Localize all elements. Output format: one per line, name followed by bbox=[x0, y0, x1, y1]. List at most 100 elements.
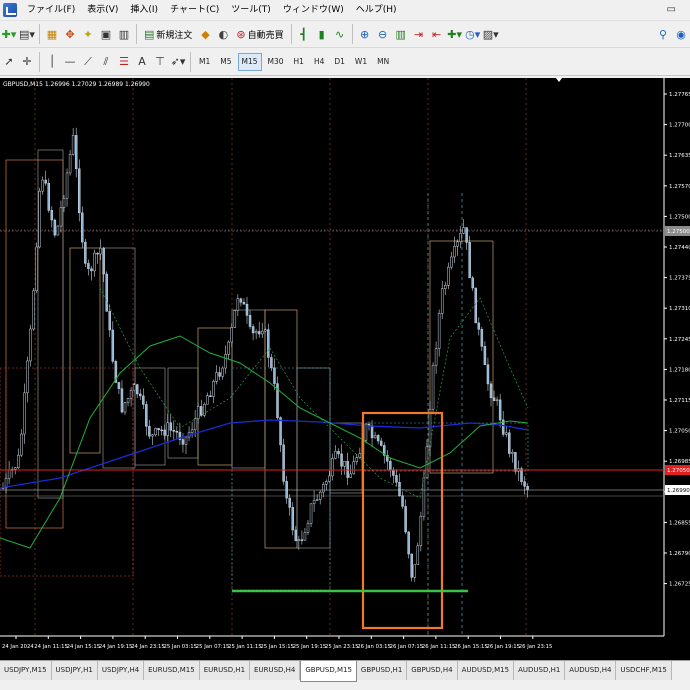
timeframe-d1-button[interactable]: D1 bbox=[330, 53, 349, 71]
chart-tab[interactable]: USDJPY,M15 bbox=[0, 661, 52, 680]
timeframe-mn-button[interactable]: MN bbox=[373, 53, 393, 71]
candle-body bbox=[47, 182, 50, 211]
chart-tab[interactable]: GBPUSD,M15 bbox=[300, 661, 357, 682]
timeframe-h1-button[interactable]: H1 bbox=[290, 53, 308, 71]
crosshair-icon[interactable]: ✛ bbox=[19, 52, 35, 72]
chart-tab[interactable]: AUDUSD,H1 bbox=[514, 661, 566, 680]
bar-chart-icon[interactable]: ┫ bbox=[296, 24, 312, 44]
signals-icon[interactable]: ◐ bbox=[215, 24, 231, 44]
candle-body bbox=[297, 539, 301, 541]
candlestick-icon[interactable]: ▮ bbox=[314, 24, 330, 44]
search-icon[interactable]: ⚲ bbox=[655, 24, 671, 44]
chart-tab[interactable]: USDCHF,M15 bbox=[616, 661, 672, 680]
chart-area[interactable]: 1.27765 1.27700 1.27635 1.27570 1.27500 1.274… bbox=[0, 78, 690, 660]
candle-body bbox=[474, 287, 477, 324]
indicators-icon[interactable]: ✚▾ bbox=[447, 24, 463, 44]
timeframe-h4-button[interactable]: H4 bbox=[310, 53, 328, 71]
candle-body bbox=[325, 481, 328, 485]
chart-tab[interactable]: EURUSD,H1 bbox=[199, 661, 251, 680]
periods-icon[interactable]: ◷▾ bbox=[465, 24, 481, 44]
window-restore-icon[interactable]: ▭ bbox=[667, 4, 676, 15]
time-label: 24 Jan 11:15 bbox=[34, 644, 68, 650]
candle-body bbox=[450, 256, 453, 268]
trendline-icon[interactable]: ⟋ bbox=[80, 52, 96, 72]
chart-tab[interactable]: AUDUSD,M15 bbox=[457, 661, 515, 680]
menu-chart[interactable]: チャート(C) bbox=[164, 0, 225, 21]
candle-body bbox=[78, 168, 81, 214]
candle-body bbox=[44, 179, 47, 184]
timeframe-m30-button[interactable]: M30 bbox=[264, 53, 288, 71]
community-icon[interactable]: ◉ bbox=[673, 24, 689, 44]
candle-body bbox=[431, 364, 435, 410]
menu-help[interactable]: ヘルプ(H) bbox=[350, 0, 403, 21]
chart-tab[interactable]: GBPUSD,H1 bbox=[356, 661, 408, 680]
templates-icon[interactable]: ▨▾ bbox=[483, 24, 499, 44]
channel-icon[interactable]: ⫽ bbox=[98, 52, 114, 72]
vertical-line-icon[interactable]: │ bbox=[44, 52, 60, 72]
time-label: 26 Jan 11:15 bbox=[422, 644, 456, 650]
market-watch-icon[interactable]: ▦ bbox=[44, 24, 60, 44]
candle-body bbox=[218, 372, 221, 377]
candle-body bbox=[495, 399, 499, 402]
candle-body bbox=[65, 172, 69, 199]
fibonacci-icon[interactable]: ☰ bbox=[116, 52, 132, 72]
menu-window[interactable]: ウィンドウ(W) bbox=[277, 0, 350, 21]
auto-scroll-icon[interactable]: ⇤ bbox=[429, 24, 445, 44]
candle-body bbox=[62, 197, 66, 208]
arrows-icon[interactable]: ➶▾ bbox=[170, 52, 186, 72]
candle-body bbox=[160, 429, 163, 432]
candle-body bbox=[346, 461, 349, 478]
menu-tools[interactable]: ツール(T) bbox=[225, 0, 277, 21]
candle-body bbox=[257, 331, 261, 335]
candle-body bbox=[105, 273, 108, 312]
price-label: 1.27050 bbox=[669, 429, 690, 435]
candle-body bbox=[282, 444, 285, 482]
candle-body bbox=[267, 329, 270, 358]
menu-view[interactable]: 表示(V) bbox=[81, 0, 124, 21]
candle-body bbox=[7, 469, 11, 479]
line-chart-icon[interactable]: ∿ bbox=[332, 24, 348, 44]
metaeditor-icon[interactable]: ◆ bbox=[197, 24, 213, 44]
zoom-in-icon[interactable]: ⊕ bbox=[357, 24, 373, 44]
time-label: 24 Jan 15:15 bbox=[67, 644, 101, 650]
terminal-icon[interactable]: ▣ bbox=[98, 24, 114, 44]
candle-body bbox=[306, 523, 310, 533]
chart-tab[interactable]: USDJPY,H1 bbox=[51, 661, 98, 680]
new-order-label: 新規注文 bbox=[156, 30, 193, 41]
price-chart[interactable]: 1.27765 1.27700 1.27635 1.27570 1.27500 1.274… bbox=[0, 78, 690, 660]
menu-file[interactable]: ファイル(F) bbox=[21, 0, 81, 21]
chart-tab-bar: USDJPY,M15 USDJPY,H1 USDJPY,H4 EURUSD,M15 EU… bbox=[0, 660, 690, 684]
candle-body bbox=[74, 135, 78, 170]
label-tool-icon[interactable]: ⊤ bbox=[152, 52, 168, 72]
candle-body bbox=[132, 384, 136, 391]
chart-tab[interactable]: USDJPY,H4 bbox=[97, 661, 145, 680]
mt4-window: ファイル(F) 表示(V) 挿入(I) チャート(C) ツール(T) ウィンドウ… bbox=[0, 0, 690, 690]
menu-insert[interactable]: 挿入(I) bbox=[124, 0, 164, 21]
candle-body bbox=[468, 242, 471, 279]
chart-tab[interactable]: EURUSD,M15 bbox=[144, 661, 200, 680]
candle-body bbox=[273, 367, 276, 384]
candle-body bbox=[135, 384, 139, 395]
navigator-icon[interactable]: ✦ bbox=[80, 24, 96, 44]
new-order-button[interactable]: ▤ 新規注文 bbox=[140, 24, 196, 44]
chart-shift-icon[interactable]: ⇥ bbox=[411, 24, 427, 44]
tile-windows-icon[interactable]: ▥ bbox=[393, 24, 409, 44]
chart-tab[interactable]: EURUSD,H4 bbox=[250, 661, 301, 680]
timeframe-m1-button[interactable]: M1 bbox=[195, 53, 214, 71]
timeframe-m5-button[interactable]: M5 bbox=[216, 53, 235, 71]
timeframe-m15-button[interactable]: M15 bbox=[237, 52, 262, 71]
data-window-icon[interactable]: ✥ bbox=[62, 24, 78, 44]
text-tool-icon[interactable]: A bbox=[134, 52, 150, 72]
horizontal-line-icon[interactable]: — bbox=[62, 52, 78, 72]
chart-tab[interactable]: GBPUSD,H4 bbox=[407, 661, 458, 680]
time-label: 26 Jan 23:15 bbox=[519, 644, 553, 650]
candle-body bbox=[81, 212, 84, 243]
zoom-out-icon[interactable]: ⊖ bbox=[375, 24, 391, 44]
chart-tab[interactable]: AUDUSD,H4 bbox=[565, 661, 617, 680]
profiles-icon[interactable]: ▤▾ bbox=[19, 24, 35, 44]
tester-icon[interactable]: ▥ bbox=[116, 24, 132, 44]
auto-trading-button[interactable]: ⊛ 自動売買 bbox=[232, 24, 287, 44]
new-chart-icon[interactable]: ✚▾ bbox=[1, 24, 17, 44]
timeframe-w1-button[interactable]: W1 bbox=[351, 53, 371, 71]
cursor-icon[interactable]: ➚ bbox=[1, 52, 17, 72]
